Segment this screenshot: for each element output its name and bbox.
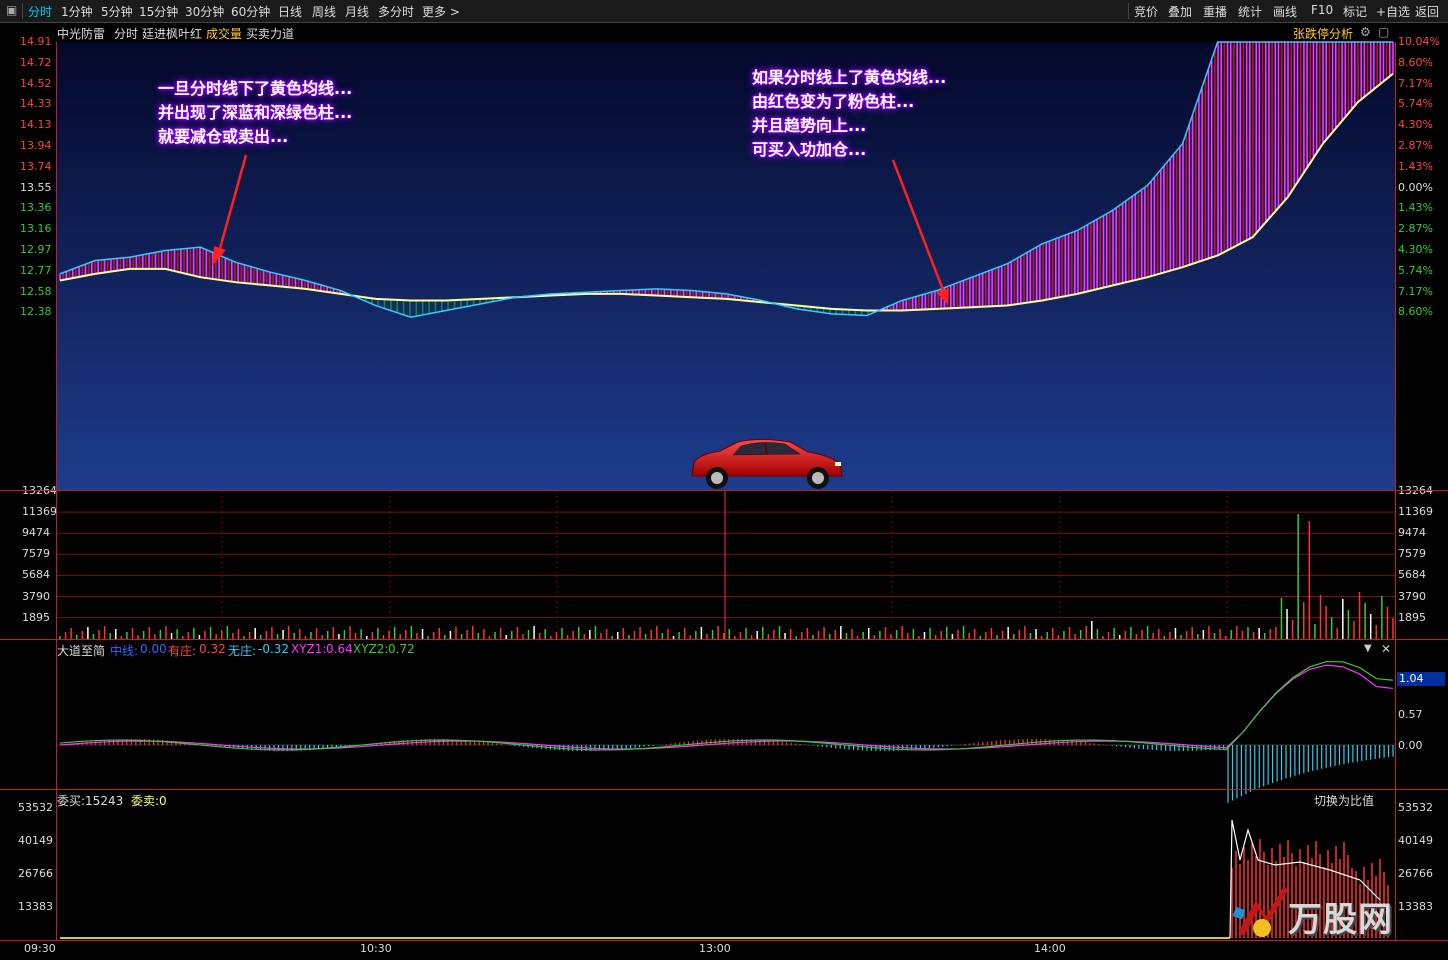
- indicator-panel: [57, 660, 1395, 803]
- annotation-line: 一旦分时线下了黄色均线...: [158, 79, 353, 98]
- chevron-down-icon[interactable]: ▼: [1364, 643, 1372, 654]
- annotation-line: 并且趋势向上...: [752, 116, 867, 135]
- annotation-right: 如果分时线上了黄色均线... 由红色变为了粉色柱... 并且趋势向上... 可买…: [752, 66, 946, 162]
- xyz1-value: 0.64: [326, 642, 353, 656]
- switch-ratio-button[interactable]: 切换为比值: [1314, 792, 1374, 809]
- order-buy: 委买:15243: [57, 794, 124, 808]
- order-tick-label: 53532: [1398, 801, 1433, 814]
- indicator-current-value: 1.04: [1397, 672, 1445, 686]
- logo-icon: [1232, 886, 1288, 937]
- wu-label: 无庄:: [228, 644, 257, 658]
- watermark-text: 万股网: [1288, 900, 1393, 940]
- xyz2-label: XYZ2:: [353, 642, 389, 656]
- close-icon[interactable]: ✕: [1381, 642, 1391, 656]
- annotation-left: 一旦分时线下了黄色均线... 并出现了深蓝和深绿色柱... 就要减仓或卖出...: [158, 77, 352, 149]
- time-label: 10:30: [360, 942, 392, 955]
- indicator-name[interactable]: 大道至简: [57, 642, 105, 659]
- indicator-axis-label: 0.00: [1398, 739, 1423, 752]
- xyz1-line: [59, 664, 1394, 750]
- order-tick-label: 40149: [18, 834, 53, 847]
- you-value: 0.32: [199, 642, 226, 656]
- order-tick-label: 40149: [1398, 834, 1433, 847]
- you-label: 有庄:: [168, 644, 197, 658]
- time-label: 09:30: [24, 942, 56, 955]
- order-tick-label: 13383: [18, 900, 53, 913]
- wu-value: -0.32: [258, 642, 290, 656]
- time-label: 14:00: [1034, 942, 1066, 955]
- mid-value: 0.00: [140, 642, 167, 656]
- indicator-axis-label: 0.57: [1398, 708, 1423, 721]
- annotation-line: 由红色变为了粉色柱...: [752, 92, 915, 111]
- xyz2-value: 0.72: [388, 642, 415, 656]
- orders-panel: [60, 819, 1389, 939]
- annotation-line: 可买入功加仓...: [752, 140, 867, 159]
- annotation-line: 就要减仓或卖出...: [158, 127, 289, 146]
- annotation-line: 并出现了深蓝和深绿色柱...: [158, 103, 353, 122]
- order-tick-label: 53532: [18, 801, 53, 814]
- mid-label: 中线:: [110, 644, 139, 658]
- volume-panel: [57, 491, 1395, 639]
- time-label: 13:00: [699, 942, 731, 955]
- annotation-line: 如果分时线上了黄色均线...: [752, 68, 947, 87]
- watermark: 万股网: [1232, 878, 1422, 940]
- xyz1-label: XYZ1:: [291, 642, 327, 656]
- xyz2-line: [59, 660, 1394, 751]
- order-sell: 委卖:0: [131, 794, 167, 808]
- order-tick-label: 26766: [18, 867, 53, 880]
